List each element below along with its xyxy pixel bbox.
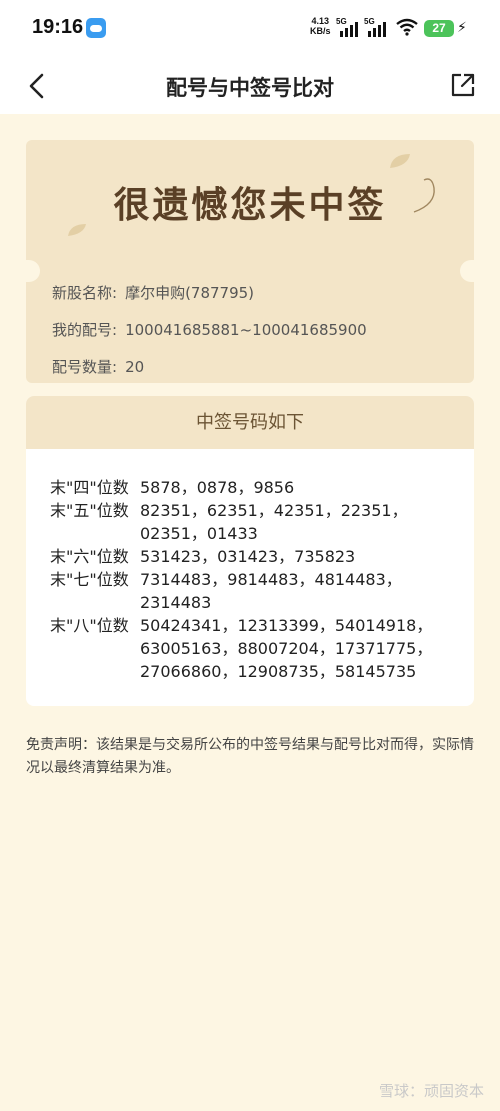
disclaimer-text: 免责声明：该结果是与交易所公布的中签号结果与配号比对而得，实际情况以最终清算结果…: [26, 737, 474, 776]
status-bar: 19:16 4.13 KB/s 5G 5G 27 ⚡: [0, 0, 500, 58]
network-speed-value: 4.13: [311, 16, 330, 26]
info-label: 配号数量:: [52, 358, 118, 376]
winning-numbers-card: 中签号码如下 末"四"位数 5878，0878，9856 末"五"位数 8235…: [26, 396, 474, 706]
card-notch-left: [26, 260, 40, 282]
charging-bolt-icon: ⚡: [457, 20, 467, 36]
signal-sim1-icon: 5G: [336, 17, 360, 37]
winning-row-last7: 末"七"位数 7314483，9814483，4814483，2314483: [50, 568, 460, 614]
result-card: 很遗憾您未中签 新股名称: 摩尔申购(787795) 我的配号: 100041685…: [26, 140, 474, 383]
winning-row-numbers: 7314483，9814483，4814483，2314483: [140, 570, 402, 612]
info-value: 20: [125, 358, 145, 376]
info-row-stock-name: 新股名称: 摩尔申购(787795): [52, 282, 254, 303]
nav-bar: 配号与中签号比对: [0, 58, 500, 114]
winning-row-last8: 末"八"位数 50424341，12313399，54014918，630051…: [50, 614, 460, 683]
info-label: 新股名称:: [52, 284, 118, 302]
status-time: 19:16: [32, 16, 84, 38]
leaf-decoration-icon: [390, 154, 410, 168]
wifi-icon: [396, 18, 418, 36]
weather-cloud-icon: [86, 18, 106, 38]
result-headline: 很遗憾您未中签: [113, 185, 387, 226]
signal-sim2-icon: 5G: [364, 17, 388, 37]
share-external-icon[interactable]: [450, 72, 476, 98]
card-notch-right: [460, 260, 474, 282]
page-title: 配号与中签号比对: [166, 76, 334, 100]
winning-numbers-header: 中签号码如下: [26, 396, 474, 449]
network-speed: 4.13 KB/s: [310, 16, 331, 36]
winning-row-numbers: 82351，62351，42351，22351，02351，01433: [140, 501, 408, 543]
info-label: 我的配号:: [52, 321, 118, 339]
info-value: 100041685881~100041685900: [125, 321, 367, 339]
winning-row-last5: 末"五"位数 82351，62351，42351，22351，02351，014…: [50, 499, 460, 545]
winning-row-label: 末"五"位数: [50, 501, 129, 520]
battery-icon: 27: [424, 20, 454, 37]
watermark: 雪球：顽固资本: [378, 1082, 484, 1100]
winning-row-last6: 末"六"位数 531423，031423，735823: [50, 545, 460, 568]
info-row-count: 配号数量: 20: [52, 356, 144, 377]
winning-row-numbers: 50424341，12313399，54014918，63005163，8800…: [140, 616, 433, 681]
winning-row-numbers: 5878，0878，9856: [140, 478, 295, 497]
winning-row-label: 末"七"位数: [50, 570, 129, 589]
winning-row-numbers: 531423，031423，735823: [140, 547, 356, 566]
winning-row-label: 末"四"位数: [50, 478, 129, 497]
winning-row-label: 末"六"位数: [50, 547, 129, 566]
winning-row-last4: 末"四"位数 5878，0878，9856: [50, 476, 460, 499]
winning-numbers-list: 末"四"位数 5878，0878，9856 末"五"位数 82351，62351…: [50, 476, 460, 683]
info-value: 摩尔申购(787795): [125, 284, 255, 302]
info-row-my-numbers: 我的配号: 100041685881~100041685900: [52, 319, 367, 340]
network-speed-unit: KB/s: [310, 26, 331, 36]
winning-row-label: 末"八"位数: [50, 616, 129, 635]
